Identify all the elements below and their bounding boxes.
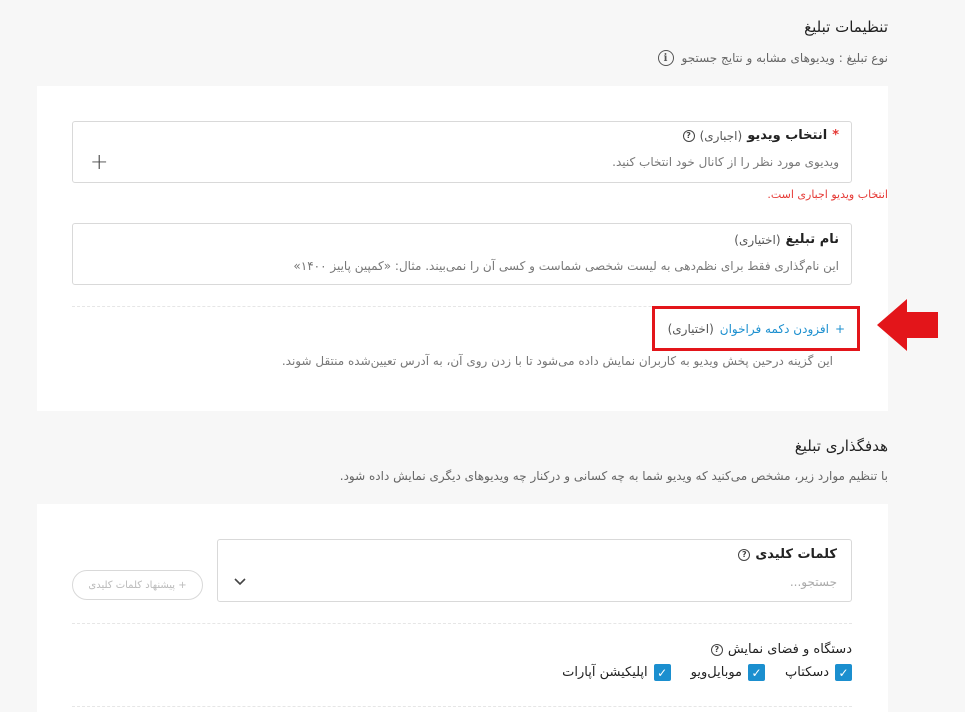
video-field-help: ویدیوی مورد نظر را از کانال خود انتخاب ک… [612,155,839,169]
help-icon[interactable]: ? [682,129,695,142]
add-cta-link[interactable]: افزودن دکمه فراخوان [720,322,829,336]
suggest-keywords-button[interactable]: + پیشنهاد کلمات کلیدی [72,570,203,600]
device-option-label: اپلیکیشن آپارات [562,665,648,680]
checkbox-checked-icon[interactable]: ✓ [748,664,766,681]
name-field-qualifier: (اختیاری) [734,232,781,247]
keywords-label-row: کلمات کلیدی ? [738,547,837,562]
targeting-subtitle: با تنظیم موارد زیر، مشخص می‌کنید که ویدی… [339,469,888,483]
divider [72,706,852,707]
chevron-down-icon[interactable] [234,578,246,586]
ad-type-row: نوع تبلیغ : ویدیوهای مشابه و نتایج جستجو… [657,50,888,66]
device-option-desktop[interactable]: ✓ دسکتاپ [785,664,852,681]
video-error-message: انتخاب ویدیو اجباری است. [767,188,888,201]
device-option-label: دسکتاپ [785,665,829,680]
device-option-label: موبایل‌ویو [690,665,743,680]
checkbox-checked-icon[interactable]: ✓ [653,664,671,681]
video-field-label: انتخاب ویدیو [747,128,828,143]
help-icon[interactable]: ? [710,643,723,656]
device-option-mobile-web[interactable]: ✓ موبایل‌ویو [690,664,766,681]
keywords-label: کلمات کلیدی [755,547,837,562]
arrow-icon [877,299,938,351]
keywords-search-input[interactable]: جستجو... [790,575,837,589]
divider [72,623,852,624]
cta-description: این گزینه درحین پخش ویدیو به کاربران نما… [281,354,833,368]
ad-type-text: نوع تبلیغ : ویدیوهای مشابه و نتایج جستجو [681,51,888,65]
video-field-label-row: * انتخاب ویدیو (اجباری) ? [682,128,839,143]
device-label-row: دستگاه و فضای نمایش ? [710,642,852,657]
device-label: دستگاه و فضای نمایش [727,642,852,657]
cta-qualifier: (اختیاری) [667,321,714,336]
name-field-label-row: نام تبلیغ (اختیاری) [734,232,839,247]
ad-settings-title: تنظیمات تبلیغ [804,18,888,36]
add-video-button[interactable]: + [90,152,108,174]
name-field-label: نام تبلیغ [785,232,840,247]
ad-name-field[interactable]: نام تبلیغ (اختیاری) این نام‌گذاری فقط بر… [72,223,852,285]
video-select-field[interactable]: * انتخاب ویدیو (اجباری) ? ویدیوی مورد نظ… [72,121,852,183]
video-field-qualifier: (اجباری) [699,128,743,143]
device-option-app[interactable]: ✓ اپلیکیشن آپارات [562,664,671,681]
cta-highlight-box: + افزودن دکمه فراخوان (اختیاری) [652,306,860,351]
keywords-field[interactable]: کلمات کلیدی ? جستجو... [217,539,852,602]
checkbox-checked-icon[interactable]: ✓ [835,664,852,681]
name-field-help: این نام‌گذاری فقط برای نظم‌دهی به لیست ش… [293,259,839,273]
device-options: ✓ دسکتاپ ✓ موبایل‌ویو ✓ اپلیکیشن آپارات [562,664,852,681]
help-icon[interactable]: ? [738,548,751,561]
required-mark: * [832,128,839,143]
targeting-title: هدفگذاری تبلیغ [794,437,888,455]
info-icon[interactable]: i [657,50,674,66]
cta-plus-icon[interactable]: + [835,322,845,336]
